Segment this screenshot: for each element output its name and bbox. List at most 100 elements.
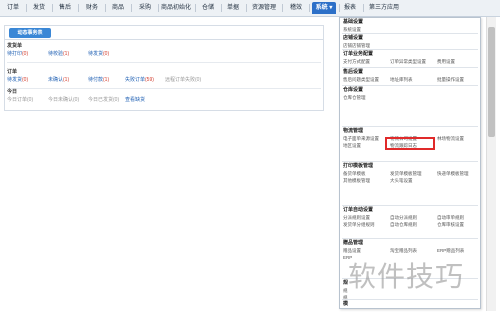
task-link[interactable]: 远程订单失败(0) — [165, 76, 201, 83]
nav-item-7[interactable]: 仓储 — [198, 2, 218, 14]
nav-item-12[interactable]: 报表 — [340, 2, 360, 14]
menu-item[interactable]: 仓库审核设置 — [437, 221, 464, 228]
menu-item[interactable]: 支付方式配置 — [343, 58, 370, 65]
menu-item[interactable]: 地区设置 — [343, 142, 361, 149]
menu-divider — [342, 126, 478, 127]
nav-item-8[interactable]: 单据 — [223, 2, 243, 14]
nav-separator — [52, 4, 53, 12]
nav-item-10[interactable]: 稽效 — [286, 2, 306, 14]
section-title: 发货单 — [7, 43, 23, 49]
menu-row: 其他模板管理 大头笔设置 — [343, 177, 477, 184]
section-divider — [7, 62, 321, 63]
task-link[interactable]: 未确认(1) — [48, 76, 69, 83]
menu-row: 仓库仓管理 — [343, 94, 477, 101]
menu-item[interactable]: 店铺店铺管理 — [343, 42, 370, 49]
task-link[interactable]: 今日订单(0) — [7, 96, 33, 103]
nav-item-5[interactable]: 采购 — [135, 2, 155, 14]
menu-item[interactable]: 分派规则设置 — [343, 214, 370, 221]
nav-separator — [26, 4, 27, 12]
menu-group-title: 模 — [343, 301, 349, 307]
task-count: (0) — [73, 97, 80, 103]
menu-item[interactable]: 费用设置 — [437, 58, 455, 65]
menu-group: 基础设置 系统设置 — [343, 19, 477, 33]
nav-separator — [282, 4, 283, 12]
vertical-scrollbar[interactable] — [486, 17, 496, 311]
menu-item[interactable]: ERP赠品列表 — [437, 247, 464, 254]
nav-separator — [221, 4, 222, 12]
section-title: 今日 — [7, 89, 18, 95]
task-link[interactable]: 查看缺货 — [125, 96, 145, 103]
task-count: (0) — [22, 77, 29, 83]
nav-item-2[interactable]: 售后 — [55, 2, 75, 14]
menu-item[interactable]: 快递单模板管理 — [437, 170, 469, 177]
nav-separator — [246, 4, 247, 12]
top-nav-bar: 订单 发货 售后 财务 商品 采购 商品初始化 仓储 单据 资源管理 稽效 系统 ▾ 报表 第三方应用 — [0, 0, 500, 17]
task-label: 今日已发货 — [88, 97, 114, 103]
menu-item[interactable]: 其他模板管理 — [343, 177, 370, 184]
task-label: 待发货 — [88, 51, 104, 57]
task-link[interactable]: 今日已发货(0) — [88, 96, 119, 103]
menu-group: 模模 — [343, 301, 477, 309]
task-link[interactable]: 待发货(0) — [7, 76, 28, 83]
nav-separator — [78, 4, 79, 12]
task-link[interactable]: 待校验(1) — [48, 50, 69, 57]
task-label: 待发货 — [7, 77, 23, 83]
task-count: (0) — [195, 77, 202, 83]
menu-group-title: 基础设置 — [343, 19, 364, 25]
task-label: 待打印 — [7, 51, 23, 57]
nav-item-3[interactable]: 财务 — [82, 2, 102, 14]
menu-row: 发货单分组规则 自动仓库规则 仓库审核设置 — [343, 221, 477, 228]
menu-item[interactable]: 自动仓库规则 — [390, 221, 417, 228]
task-link[interactable]: 待发货(0) — [88, 50, 109, 57]
menu-item[interactable]: 赠品设置 — [343, 247, 361, 254]
nav-separator — [131, 4, 132, 12]
menu-item[interactable]: 订单异常类型设置 — [390, 58, 426, 65]
scrollbar-thumb[interactable] — [488, 27, 495, 137]
task-count: (0) — [22, 51, 29, 57]
menu-item[interactable]: 批量操作设置 — [437, 76, 464, 83]
menu-item[interactable]: 发货单分组规则 — [343, 221, 375, 228]
task-link[interactable]: 待付款(1) — [88, 76, 109, 83]
task-link[interactable]: 失败订单(59) — [125, 76, 154, 83]
menu-group-title: 物流管理 — [343, 128, 364, 134]
nav-item-0[interactable]: 订单 — [3, 2, 23, 14]
menu-item[interactable]: 地址库列表 — [390, 76, 413, 83]
menu-divider — [342, 33, 478, 34]
menu-group: 订单业务配置 支付方式配置 订单异常类型设置 费用设置 — [343, 51, 477, 65]
dynamic-tasks-panel: 动态事务表 发货单 待打印(0) 待校验(1) 待发货(0) 订单 待发货(0) 未确认(1… — [4, 25, 324, 111]
menu-divider — [342, 85, 478, 86]
menu-item[interactable]: 模 — [343, 308, 348, 309]
menu-item[interactable]: 仓库仓管理 — [343, 94, 366, 101]
nav-item-11[interactable]: 系统 ▾ — [312, 2, 336, 14]
menu-item[interactable]: 系统设置 — [343, 26, 361, 33]
panel-divider — [5, 39, 323, 40]
section-title: 订单 — [7, 69, 18, 75]
menu-item[interactable]: 规 — [343, 287, 348, 294]
tab-dynamic-tasks[interactable]: 动态事务表 — [9, 28, 51, 38]
menu-item[interactable]: 大头笔设置 — [390, 177, 413, 184]
task-count: (0) — [113, 97, 120, 103]
menu-group-title: 订单业务配置 — [343, 51, 374, 57]
menu-row: 模 — [343, 308, 477, 309]
menu-group: 仓库设置 仓库仓管理 — [343, 87, 477, 101]
menu-item[interactable]: 自动分派规则 — [390, 214, 417, 221]
task-label: 失败订单 — [125, 77, 146, 83]
nav-item-9[interactable]: 资源管理 — [249, 2, 279, 14]
menu-divider — [342, 161, 478, 162]
menu-item[interactable]: 淘宝赠品列表 — [390, 247, 417, 254]
menu-group-title: 打印模板管理 — [343, 163, 374, 169]
menu-item[interactable]: 自动审单规则 — [437, 214, 464, 221]
nav-item-1[interactable]: 发货 — [29, 2, 49, 14]
menu-item[interactable]: 林场物流设置 — [437, 135, 464, 142]
nav-item-4[interactable]: 商品 — [108, 2, 128, 14]
task-link[interactable]: 待打印(0) — [7, 50, 28, 57]
nav-item-13[interactable]: 第三方应用 — [366, 2, 402, 14]
task-link[interactable]: 今日未确认(0) — [48, 96, 79, 103]
nav-item-6[interactable]: 商品初始化 — [160, 2, 192, 14]
section-divider — [7, 88, 321, 89]
menu-item[interactable]: 电子面单来源设置 — [343, 135, 379, 142]
menu-item[interactable]: 发货单模板管理 — [390, 170, 422, 177]
menu-item[interactable]: 售后问题类型设置 — [343, 76, 379, 83]
menu-item[interactable]: 备货单模板 — [343, 170, 366, 177]
menu-group: 店铺设置 店铺店铺管理 — [343, 35, 477, 49]
